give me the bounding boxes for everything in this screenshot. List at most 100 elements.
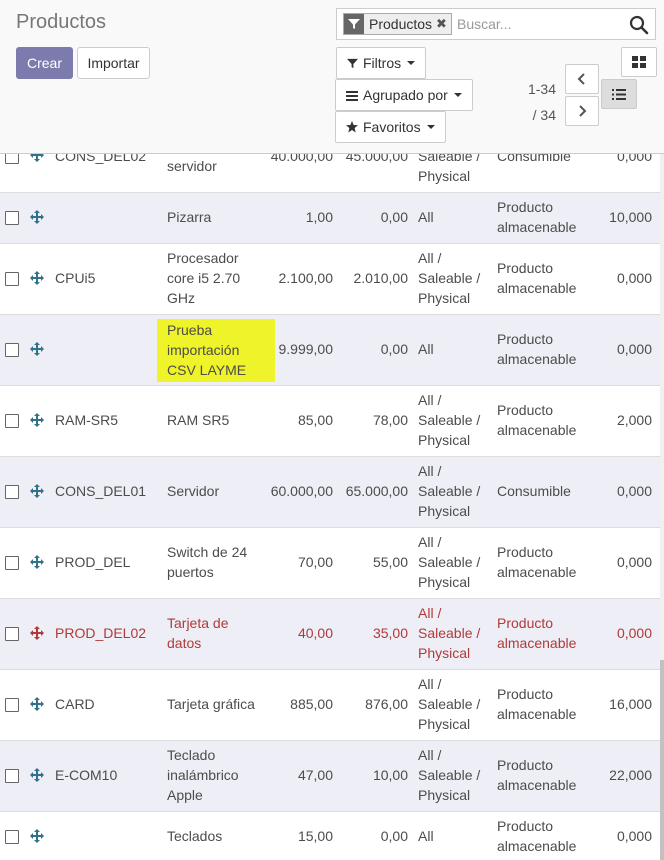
sale-price: 1,00 [305, 209, 333, 225]
pager-next-button[interactable] [565, 96, 599, 126]
product-code: CONS_DEL01 [55, 483, 147, 499]
scrollbar[interactable] [660, 154, 664, 860]
search-bar[interactable]: Productos ✖ [336, 8, 656, 40]
pager-range[interactable]: 1-34 [518, 76, 556, 102]
cost-price: 876,00 [365, 696, 408, 712]
table-row[interactable]: Prueba importación CSV LAYME 9.999,00 0,… [0, 314, 660, 385]
favorites-label: Favoritos [363, 119, 421, 135]
favorites-dropdown[interactable]: Favoritos [335, 111, 446, 143]
cost-price: 10,00 [372, 767, 408, 783]
create-button[interactable]: Crear [16, 47, 73, 79]
drag-handle-icon[interactable] [30, 555, 44, 569]
table-row[interactable]: Teclados 15,00 0,00 All Producto almacen… [0, 811, 660, 860]
remove-facet-icon[interactable]: ✖ [436, 14, 451, 34]
drag-handle-icon[interactable] [30, 768, 44, 782]
cost-price: 0,00 [380, 209, 408, 225]
row-checkbox[interactable] [5, 556, 19, 570]
product-name: RAM SR5 [167, 412, 230, 428]
drag-handle-icon[interactable] [30, 829, 44, 843]
sale-price: 70,00 [297, 554, 333, 570]
cost-price: 0,00 [380, 341, 408, 357]
drag-handle-icon[interactable] [30, 413, 44, 427]
product-category: All / Saleable / Physical [418, 605, 481, 661]
pager-value[interactable]: 1-34 / 34 [518, 76, 556, 128]
search-facet[interactable]: Productos ✖ [343, 13, 452, 35]
table-row[interactable]: CONS_DEL01 Servidor 60.000,00 65.000,00 … [0, 456, 660, 527]
star-icon [346, 121, 358, 133]
drag-handle-icon[interactable] [30, 697, 44, 711]
row-checkbox[interactable] [5, 769, 19, 783]
scrollbar-thumb[interactable] [660, 660, 664, 860]
product-type: Producto almacenable [497, 544, 577, 580]
product-category: All / Saleable / Physical [418, 463, 481, 519]
product-type: Producto almacenable [497, 199, 577, 235]
product-name: Pizarra [167, 209, 212, 225]
drag-handle-icon[interactable] [30, 271, 44, 285]
pager-previous-button[interactable] [565, 64, 599, 94]
chevron-right-icon [579, 105, 587, 117]
cost-price: 35,00 [372, 625, 408, 641]
product-category: All [418, 341, 434, 357]
kanban-view-button[interactable] [621, 47, 657, 77]
search-input[interactable] [457, 14, 627, 34]
product-type: Producto almacenable [497, 818, 577, 854]
table-row[interactable]: CARD Tarjeta gráfica 885,00 876,00 All /… [0, 669, 660, 740]
product-type: Producto almacenable [497, 757, 577, 793]
cost-price: 65.000,00 [345, 483, 408, 499]
table-row[interactable]: PROD_DEL Switch de 24 puertos 70,00 55,0… [0, 527, 660, 598]
drag-handle-icon[interactable] [30, 484, 44, 498]
table-row[interactable]: Pizarra 1,00 0,00 All Producto almacenab… [0, 192, 660, 243]
product-type: Consumible [497, 483, 571, 499]
row-checkbox[interactable] [5, 272, 19, 286]
page-title: Productos [16, 11, 107, 33]
sale-price: 47,00 [297, 767, 333, 783]
row-checkbox[interactable] [5, 830, 19, 844]
sale-price: 15,00 [297, 828, 333, 844]
quantity-on-hand: 2,000 [616, 412, 652, 428]
row-checkbox[interactable] [5, 698, 19, 712]
import-button[interactable]: Importar [77, 47, 150, 79]
product-code: CPUi5 [55, 270, 96, 286]
list-view-button[interactable] [601, 79, 637, 109]
row-checkbox[interactable] [5, 627, 19, 641]
drag-handle-icon[interactable] [30, 342, 44, 356]
quantity-on-hand: 0,000 [616, 483, 652, 499]
sale-price: 885,00 [290, 696, 333, 712]
list-icon [346, 90, 358, 101]
product-name: Prueba importación CSV LAYME [157, 318, 277, 382]
sale-price: 2.100,00 [278, 270, 334, 286]
quantity-on-hand: 10,000 [609, 209, 652, 225]
product-category: All / Saleable / Physical [418, 747, 481, 803]
product-type: Producto almacenable [497, 402, 577, 438]
product-code: E-COM10 [55, 767, 118, 783]
quantity-on-hand: 16,000 [609, 696, 652, 712]
product-category: All / Saleable / Physical [418, 534, 481, 590]
product-name: servidor [167, 158, 217, 174]
product-category: All [418, 828, 434, 844]
table-row[interactable]: CPUi5 Procesador core i5 2.70 GHz 2.100,… [0, 243, 660, 314]
product-name: Procesador core i5 2.70 GHz [167, 250, 241, 306]
search-facet-label: Productos [369, 16, 433, 32]
sale-price: 85,00 [297, 412, 333, 428]
product-type: Producto almacenable [497, 260, 577, 296]
row-checkbox[interactable] [5, 211, 19, 225]
product-code: RAM-SR5 [55, 412, 119, 428]
chevron-down-icon [426, 125, 435, 129]
drag-handle-icon[interactable] [30, 210, 44, 224]
row-checkbox[interactable] [5, 414, 19, 428]
search-icon[interactable] [629, 15, 649, 35]
table-row[interactable]: E-COM10 Teclado inalámbrico Apple 47,00 … [0, 740, 660, 811]
product-name: Tarjeta de datos [167, 615, 229, 651]
product-type: Producto almacenable [497, 686, 577, 722]
filters-dropdown[interactable]: Filtros [336, 47, 427, 79]
quantity-on-hand: 0,000 [616, 828, 652, 844]
chevron-down-icon [453, 93, 462, 97]
table-row[interactable]: RAM-SR5 RAM SR5 85,00 78,00 All / Saleab… [0, 385, 660, 456]
highlighted-product-name: Prueba importación CSV LAYME [157, 318, 275, 382]
group-by-dropdown[interactable]: Agrupado por [335, 79, 473, 111]
product-name: Teclados [167, 828, 223, 844]
row-checkbox[interactable] [5, 485, 19, 499]
drag-handle-icon[interactable] [30, 626, 44, 640]
row-checkbox[interactable] [5, 343, 19, 357]
table-row[interactable]: PROD_DEL02 Tarjeta de datos 40,00 35,00 … [0, 598, 660, 669]
